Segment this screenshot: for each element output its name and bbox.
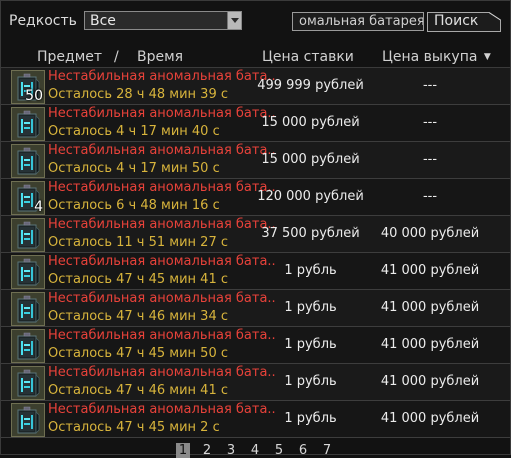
time-left: Осталось 28 ч 48 мин 39 с xyxy=(48,87,228,102)
column-buyout[interactable]: Цена выкупа ▼ xyxy=(382,49,491,65)
column-time[interactable]: Время xyxy=(137,49,183,65)
item-icon[interactable]: 4 xyxy=(11,181,45,215)
item-icon[interactable] xyxy=(11,255,45,289)
time-left: Осталось 47 ч 46 мин 41 с xyxy=(48,383,228,398)
battery-artifact-icon xyxy=(17,406,40,434)
item-quantity: 4 xyxy=(34,199,43,215)
time-left: Осталось 4 ч 17 мин 50 с xyxy=(48,161,220,176)
time-left: Осталось 11 ч 51 мин 27 с xyxy=(48,235,228,250)
column-slash: / xyxy=(114,49,119,65)
table-row[interactable]: Нестабильная аномальная бата.. Осталось 1… xyxy=(1,216,510,253)
rarity-label: Редкость xyxy=(9,13,77,29)
battery-artifact-icon xyxy=(17,110,40,138)
sort-desc-icon: ▼ xyxy=(483,52,491,62)
battery-artifact-icon xyxy=(17,221,40,249)
page-link[interactable]: 5 xyxy=(272,443,286,458)
buyout-price: 41 000 рублей xyxy=(380,300,480,315)
buyout-price: --- xyxy=(422,189,438,204)
buyout-price: 40 000 рублей xyxy=(380,226,480,241)
battery-artifact-icon xyxy=(17,295,40,323)
page-link[interactable]: 3 xyxy=(224,443,238,458)
search-input[interactable] xyxy=(292,12,424,31)
column-buyout-label: Цена выкупа xyxy=(382,49,478,65)
item-icon[interactable] xyxy=(11,292,45,326)
table-row[interactable]: Нестабильная аномальная бата.. Осталось 4… xyxy=(1,290,510,327)
time-left: Осталось 6 ч 48 мин 16 с xyxy=(48,198,220,213)
battery-artifact-icon xyxy=(17,147,40,175)
buyout-price: --- xyxy=(422,78,438,93)
buyout-price: --- xyxy=(422,152,438,167)
rarity-dropdown[interactable]: Все xyxy=(84,11,242,30)
table-row[interactable]: Нестабильная аномальная бата.. Осталось 4… xyxy=(1,253,510,290)
buyout-price: 41 000 рублей xyxy=(380,411,480,426)
item-icon[interactable] xyxy=(11,218,45,252)
page-link[interactable]: 2 xyxy=(200,443,214,458)
table-row[interactable]: 4 Нестабильная аномальная бата.. Осталось … xyxy=(1,179,510,216)
buyout-price: --- xyxy=(422,115,438,130)
buyout-price: 41 000 рублей xyxy=(380,337,480,352)
table-row[interactable]: 50 Нестабильная аномальная бата.. Осталось… xyxy=(1,68,510,105)
search-button[interactable]: Поиск xyxy=(427,12,501,32)
time-left: Осталось 47 ч 45 мин 41 с xyxy=(48,272,228,287)
battery-artifact-icon xyxy=(17,332,40,360)
buyout-price: 41 000 рублей xyxy=(380,263,480,278)
table-row[interactable]: Нестабильная аномальная бата.. Осталось 4… xyxy=(1,401,510,438)
battery-artifact-icon xyxy=(17,258,40,286)
time-left: Осталось 47 ч 45 мин 2 с xyxy=(48,420,220,435)
rarity-value: Все xyxy=(90,13,116,29)
item-icon[interactable] xyxy=(11,329,45,363)
page-link[interactable]: 7 xyxy=(320,443,334,458)
auction-window: Редкость Все Поиск Предмет / Время Цена … xyxy=(0,0,511,458)
buyout-price: 41 000 рублей xyxy=(380,374,480,389)
filter-bar: Редкость Все Поиск xyxy=(1,1,510,41)
page-link[interactable]: 1 xyxy=(176,443,190,458)
battery-artifact-icon xyxy=(17,369,40,397)
item-icon[interactable] xyxy=(11,403,45,437)
table-row[interactable]: Нестабильная аномальная бата.. Осталось 4… xyxy=(1,105,510,142)
page-link[interactable]: 6 xyxy=(296,443,310,458)
time-left: Осталось 47 ч 45 мин 50 с xyxy=(48,346,228,361)
column-bid[interactable]: Цена ставки xyxy=(262,49,354,65)
table-row[interactable]: Нестабильная аномальная бата.. Осталось 4… xyxy=(1,364,510,401)
column-item[interactable]: Предмет xyxy=(37,49,102,65)
search-button-label: Поиск xyxy=(434,13,479,29)
item-quantity: 50 xyxy=(25,88,43,104)
item-icon[interactable] xyxy=(11,107,45,141)
time-left: Осталось 4 ч 17 мин 40 с xyxy=(48,124,220,139)
chevron-down-icon[interactable] xyxy=(227,12,241,29)
item-icon[interactable]: 50 xyxy=(11,70,45,104)
table-row[interactable]: Нестабильная аномальная бата.. Осталось 4… xyxy=(1,327,510,364)
item-icon[interactable] xyxy=(11,144,45,178)
table-row[interactable]: Нестабильная аномальная бата.. Осталось 4… xyxy=(1,142,510,179)
time-left: Осталось 47 ч 46 мин 34 с xyxy=(48,309,228,324)
page-link[interactable]: 4 xyxy=(248,443,262,458)
item-icon[interactable] xyxy=(11,366,45,400)
